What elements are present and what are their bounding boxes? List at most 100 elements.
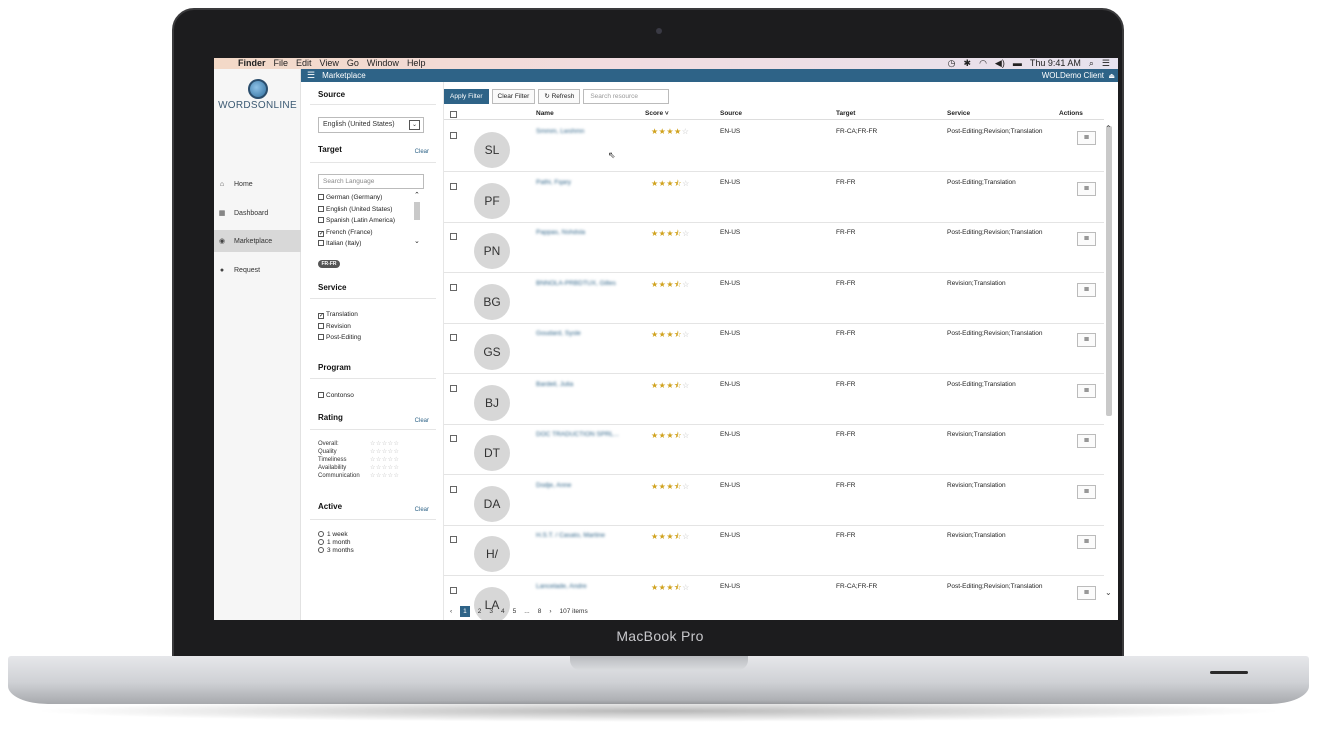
target-tag-badge[interactable]: FR-FR [318, 260, 340, 268]
star-rating-icon[interactable]: ☆☆☆☆☆ [370, 464, 399, 472]
list-item[interactable]: 1 month [318, 539, 424, 547]
resource-name-link[interactable]: Dodje, Anne [536, 482, 571, 489]
volume-icon[interactable]: ◀) [995, 58, 1005, 69]
page-button[interactable]: 2 [478, 608, 482, 615]
actions-menu-button[interactable]: ≣ [1077, 535, 1096, 549]
menu-edit[interactable]: Edit [296, 58, 312, 69]
resource-name-link[interactable]: Lancelade, Andre [536, 583, 587, 590]
resource-name-link[interactable]: BNNOLA-PRBDTUX, Gilles [536, 280, 616, 287]
table-scrollbar[interactable] [1106, 126, 1112, 416]
list-item[interactable]: 1 week [318, 531, 424, 539]
star-rating-icon[interactable]: ☆☆☆☆☆ [370, 440, 399, 448]
checkbox-checked[interactable]: ✓ [318, 313, 324, 319]
resource-name-link[interactable]: DOC TRADUCTION SPRL... [536, 431, 619, 438]
table-row[interactable]: BJ Bardeil, Julia ★★★⯪☆ EN-US FR-FR Post-Edit… [444, 375, 1104, 425]
notification-center-icon[interactable]: ☰ [1102, 58, 1110, 69]
actions-menu-button[interactable]: ≣ [1077, 181, 1096, 196]
actions-menu-button[interactable]: ≣ [1077, 282, 1096, 297]
page-button[interactable]: 8 [538, 608, 542, 615]
actions-menu-button[interactable]: ≣ [1077, 232, 1096, 246]
checkbox[interactable] [318, 205, 324, 212]
prev-page-button[interactable]: ‹ [450, 608, 452, 615]
actions-menu-button[interactable]: ≣ [1077, 484, 1096, 499]
scroll-thumb[interactable] [414, 202, 420, 220]
rating-row[interactable]: Overall: ☆☆☆☆☆ [318, 440, 428, 448]
target-search-input[interactable]: Search Language [318, 174, 424, 189]
table-row[interactable]: GS Goudard, Sysle ★★★⯪☆ EN-US FR-FR Post-Edit… [444, 324, 1104, 374]
column-header-source[interactable]: Source [720, 110, 742, 117]
row-checkbox[interactable] [450, 536, 457, 543]
nav-item-request[interactable]: ● Request [214, 259, 301, 281]
row-checkbox[interactable] [450, 586, 457, 594]
row-checkbox[interactable] [450, 384, 457, 392]
list-item[interactable]: ✓ French (France) [318, 227, 424, 239]
column-header-service[interactable]: Service [947, 110, 970, 117]
row-checkbox[interactable] [450, 334, 457, 341]
list-item[interactable]: 3 months [318, 547, 424, 555]
checkbox[interactable] [318, 240, 324, 246]
column-header-score[interactable]: Score ˅ [645, 110, 669, 117]
checkbox[interactable] [318, 392, 324, 398]
list-item[interactable]: Spanish (Latin America) [318, 215, 424, 227]
page-button-current[interactable]: 1 [460, 605, 470, 617]
table-row[interactable]: PF Pathi, Fqary ★★★⯪☆ EN-US FR-FR Post-Editin… [444, 173, 1104, 223]
column-header-name[interactable]: Name [536, 110, 554, 117]
row-checkbox[interactable] [450, 283, 457, 291]
radio-button[interactable] [318, 547, 324, 553]
table-row[interactable]: DT DOC TRADUCTION SPRL... ★★★⯪☆ EN-US FR-FR R… [444, 425, 1104, 475]
checkbox[interactable] [318, 194, 324, 200]
table-row[interactable]: PN Pappas, Nshdsla ★★★⯪☆ EN-US FR-FR Post-Edi… [444, 223, 1104, 273]
list-item[interactable]: Revision [318, 321, 424, 333]
list-item[interactable]: ✓ Translation [318, 309, 424, 321]
menu-file[interactable]: File [274, 58, 289, 69]
page-button[interactable]: 5 [513, 608, 517, 615]
row-checkbox[interactable] [450, 435, 457, 442]
rating-row[interactable]: Quality ☆☆☆☆☆ [318, 448, 428, 456]
resource-name-link[interactable]: Pathi, Fqary [536, 179, 571, 186]
actions-menu-button[interactable]: ≣ [1077, 333, 1096, 347]
resource-name-link[interactable]: Goudard, Sysle [536, 330, 581, 337]
page-button[interactable]: 4 [501, 608, 505, 615]
logout-icon[interactable]: ⏏ [1108, 72, 1115, 80]
list-scrollbar[interactable]: ⌃ ⌄ [414, 192, 422, 246]
active-clear-link[interactable]: Clear [415, 507, 429, 513]
rating-row[interactable]: Availability ☆☆☆☆☆ [318, 464, 428, 472]
time-machine-icon[interactable]: ◷ [948, 58, 956, 69]
chevron-up-icon[interactable]: ⌃ [1105, 124, 1112, 133]
menu-go[interactable]: Go [347, 58, 359, 69]
radio-button[interactable] [318, 531, 324, 537]
row-checkbox[interactable] [450, 485, 457, 493]
list-item[interactable]: Italian (Italy) [318, 238, 424, 250]
row-checkbox[interactable] [450, 233, 457, 240]
chevron-up-icon[interactable]: ⌃ [414, 192, 422, 200]
star-rating-icon[interactable]: ☆☆☆☆☆ [370, 456, 399, 464]
chevron-down-icon[interactable]: ⌄ [414, 238, 422, 246]
refresh-button[interactable]: ↻ Refresh [538, 88, 581, 104]
menu-app-name[interactable]: Finder [238, 58, 266, 69]
client-name[interactable]: WOLDemo Client [1042, 71, 1104, 80]
menu-view[interactable]: View [320, 58, 339, 69]
resource-name-link[interactable]: Pappas, Nshdsla [536, 229, 585, 236]
spotlight-icon[interactable]: ⌕ [1089, 58, 1094, 69]
nav-item-marketplace[interactable]: ◉ Marketplace [214, 230, 301, 252]
page-button[interactable]: 3 [489, 608, 493, 615]
nav-item-home[interactable]: ⌂ Home [214, 173, 301, 195]
search-input[interactable]: Search resource [583, 88, 670, 104]
menu-help[interactable]: Help [407, 58, 426, 69]
hamburger-icon[interactable]: ☰ [307, 70, 315, 81]
rating-clear-link[interactable]: Clear [415, 418, 429, 424]
resource-name-link[interactable]: H.S.T. / Casato, Martine [536, 532, 605, 539]
star-rating-icon[interactable]: ☆☆☆☆☆ [370, 472, 399, 480]
table-row[interactable]: BG BNNOLA-PRBDTUX, Gilles ★★★⯪☆ EN-US FR-FR R… [444, 274, 1104, 324]
list-item[interactable]: Contonso [318, 390, 424, 402]
nav-item-dashboard[interactable]: ▦ Dashboard [214, 202, 301, 224]
row-checkbox[interactable] [450, 132, 457, 139]
clock[interactable]: Thu 9:41 AM [1030, 58, 1081, 69]
clear-filter-button[interactable]: Clear Filter [491, 88, 536, 104]
column-header-target[interactable]: Target [836, 110, 855, 117]
list-item[interactable]: English (United States) [318, 204, 424, 216]
actions-menu-button[interactable]: ≣ [1077, 585, 1096, 600]
bluetooth-icon[interactable]: ✱ [964, 58, 972, 69]
checkbox[interactable] [318, 217, 324, 223]
table-row[interactable]: H/H.S.T. / Casato, Martine ★★★⯪☆ EN-US FR-F… [444, 526, 1104, 576]
